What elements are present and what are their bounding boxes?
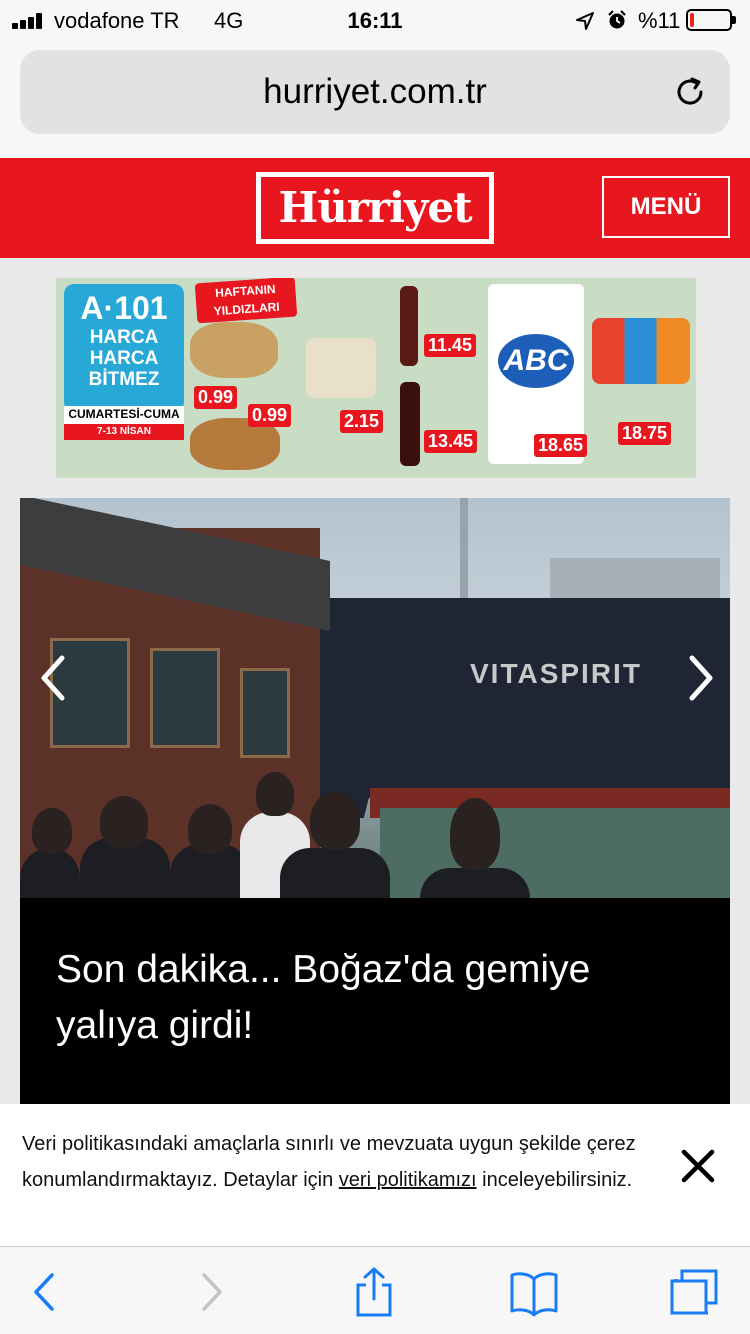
chevron-right-icon[interactable]: [674, 648, 724, 708]
back-icon[interactable]: [22, 1267, 74, 1317]
ad-price: 11.45: [424, 334, 477, 357]
status-bar: vodafone TR 4G 16:11 %11: [0, 0, 750, 40]
box-product-image: [592, 318, 690, 384]
ad-slogan: HARCA HARCA BİTMEZ: [88, 327, 160, 390]
person: [420, 868, 530, 898]
sausage-image: [306, 338, 376, 398]
tabs-icon[interactable]: [668, 1267, 720, 1317]
chevron-left-icon[interactable]: [30, 648, 80, 708]
crowd: [20, 772, 530, 898]
news-headline[interactable]: Son dakika... Boğaz'da gemiye yalıya gir…: [56, 942, 696, 1054]
browser-toolbar: [0, 1246, 750, 1334]
battery-icon: [686, 9, 736, 31]
news-photo[interactable]: VITASPIRIT: [20, 498, 730, 898]
ad-product-brand: ABC: [498, 334, 574, 388]
ad-dates: 7-13 NİSAN: [64, 424, 184, 440]
mansion-window: [150, 648, 220, 748]
location-icon: [576, 12, 594, 30]
cookie-text-end: inceleyebilirsiniz.: [476, 1169, 633, 1191]
potato-image: [190, 322, 278, 378]
privacy-policy-link[interactable]: veri politikamızı: [339, 1169, 477, 1191]
battery-percent: %11: [638, 8, 681, 33]
ad-price: 0.99: [194, 386, 238, 409]
ad-brand-name: A·101: [80, 290, 168, 326]
bookmarks-icon[interactable]: [508, 1267, 560, 1317]
person: [20, 848, 80, 898]
hurriyet-logo[interactable]: Hürriyet: [256, 172, 494, 244]
person-head: [310, 792, 360, 850]
person-head: [450, 798, 500, 870]
cookie-message: Veri politikasındaki amaçlarla sınırlı v…: [22, 1126, 642, 1198]
sauce-bottle-image: [400, 286, 418, 366]
logo-background: Hürriyet: [261, 177, 489, 239]
alarm-icon: [608, 10, 626, 29]
person-head: [32, 808, 72, 854]
battery-level: [690, 13, 694, 27]
mansion-window: [240, 668, 290, 758]
ad-price: 18.75: [618, 422, 672, 445]
forward-icon[interactable]: [186, 1267, 238, 1317]
ad-price: 2.15: [340, 410, 384, 433]
menu-button[interactable]: MENÜ: [602, 176, 730, 238]
site-header: Hürriyet MENÜ: [0, 158, 750, 258]
address-bar[interactable]: hurriyet.com.tr: [20, 50, 730, 134]
ad-price: 18.65: [534, 434, 588, 457]
ship-name: VITASPIRIT: [470, 658, 642, 689]
person: [280, 848, 390, 898]
reload-icon[interactable]: [672, 74, 708, 110]
ad-price: 0.99: [248, 404, 292, 427]
ad-brand-block: A·101 HARCA HARCA BİTMEZ: [64, 284, 184, 412]
person-head: [100, 796, 148, 848]
person-head: [256, 772, 294, 816]
news-carousel[interactable]: VITASPIRIT Son dakika... Boğaz'da gemiye…: [20, 498, 730, 1104]
url-text[interactable]: hurriyet.com.tr: [20, 72, 730, 112]
share-icon[interactable]: [348, 1267, 400, 1317]
logo-text: Hürriyet: [278, 183, 473, 232]
ad-banner[interactable]: A·101 HARCA HARCA BİTMEZ CUMARTESİ-CUMA …: [56, 278, 696, 478]
cookie-banner: Veri politikasındaki amaçlarla sınırlı v…: [0, 1104, 750, 1246]
ad-price: 13.45: [424, 430, 478, 453]
ship-mast: [460, 498, 468, 608]
vinegar-bottle-image: [400, 382, 420, 466]
person-head: [188, 804, 232, 854]
browser-chrome: vodafone TR 4G 16:11 %11 hurriyet.com.tr: [0, 0, 750, 158]
close-icon[interactable]: [676, 1144, 720, 1188]
ad-badge: HAFTANIN YILDIZLARI: [194, 278, 298, 324]
